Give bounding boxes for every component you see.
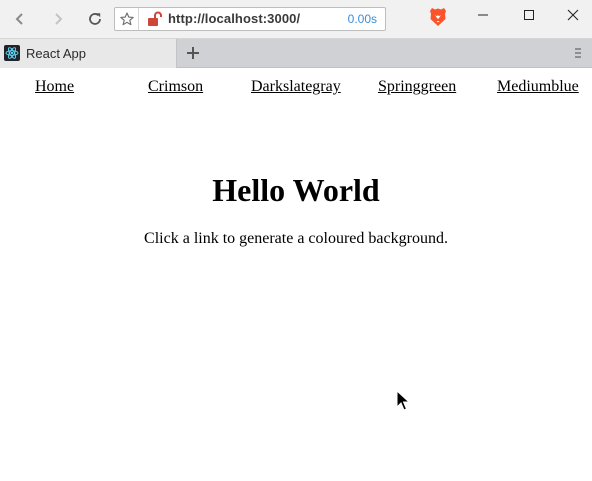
url-text[interactable]: http://localhost:3000/ — [168, 11, 300, 26]
bookmark-button[interactable] — [115, 8, 139, 30]
page-title: Hello World — [212, 172, 380, 208]
reload-button[interactable] — [84, 8, 106, 30]
brave-lion-icon — [430, 8, 446, 26]
tab-react-app[interactable]: React App — [0, 39, 177, 68]
mouse-cursor-icon — [396, 390, 410, 411]
new-tab-button[interactable] — [183, 42, 203, 64]
instruction-text: Click a link to generate a coloured back… — [144, 230, 448, 247]
color-nav: Home Crimson Darkslategray Springgreen M… — [0, 78, 592, 100]
unlocked-lock-icon[interactable] — [147, 11, 163, 27]
reload-icon — [89, 13, 101, 25]
brave-shields-button[interactable] — [428, 6, 448, 28]
nav-link-crimson[interactable]: Crimson — [148, 78, 203, 96]
star-icon — [119, 12, 134, 26]
back-arrow-icon — [15, 13, 23, 25]
nav-link-mediumblue[interactable]: Mediumblue — [497, 78, 579, 96]
address-bar[interactable]: http://localhost:3000/ 0.00s — [114, 7, 386, 31]
maximize-icon — [524, 10, 534, 20]
forward-button[interactable] — [47, 8, 69, 30]
back-button[interactable] — [9, 8, 31, 30]
minimize-icon — [478, 14, 488, 16]
tab-title: React App — [26, 46, 86, 61]
tab-strip: React App — [0, 39, 592, 68]
nav-link-home[interactable]: Home — [35, 78, 74, 96]
tab-menu-button[interactable] — [571, 45, 585, 61]
nav-link-darkslategray[interactable]: Darkslategray — [251, 78, 341, 96]
plus-icon — [187, 47, 199, 59]
browser-toolbar: http://localhost:3000/ 0.00s — [0, 0, 592, 39]
maximize-button[interactable] — [506, 0, 552, 30]
nav-link-springgreen[interactable]: Springgreen — [378, 78, 456, 96]
close-button[interactable] — [550, 0, 592, 30]
load-time: 0.00s — [347, 12, 377, 26]
minimize-button[interactable] — [460, 0, 506, 30]
page-viewport: Home Crimson Darkslategray Springgreen M… — [0, 68, 592, 481]
forward-arrow-icon — [55, 13, 63, 25]
hamburger-icon — [575, 48, 581, 58]
close-icon — [567, 9, 579, 21]
react-logo-icon — [4, 45, 20, 61]
